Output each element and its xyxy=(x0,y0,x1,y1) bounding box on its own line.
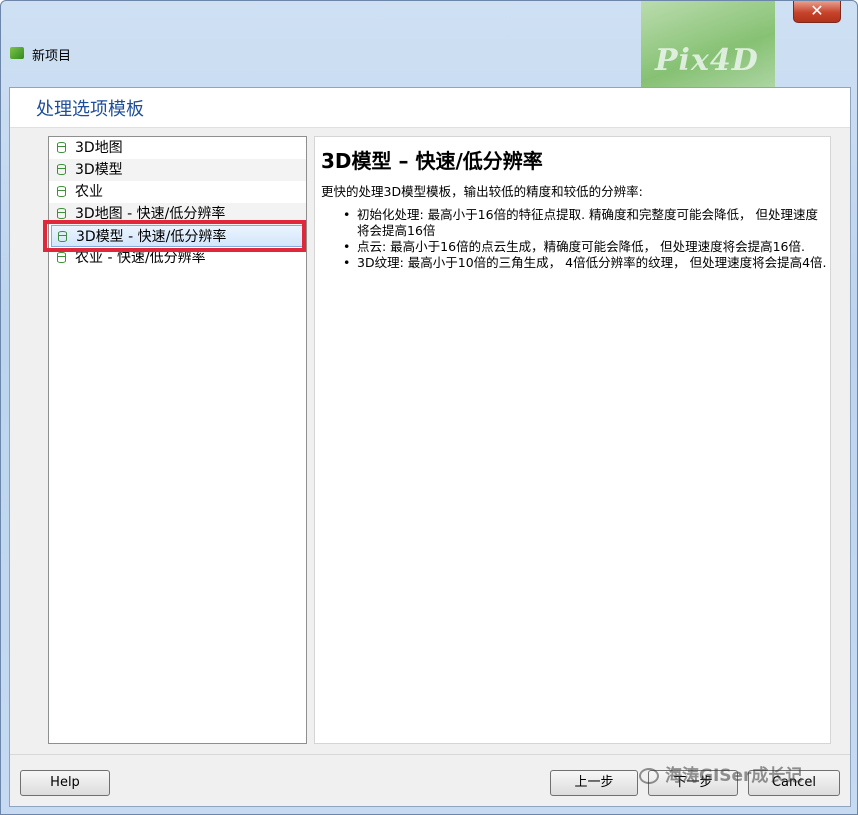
description-title: 3D模型 – 快速/低分辨率 xyxy=(321,149,543,173)
dialog-window: 新项目 Pix4D ✕ 处理选项模板 3D地图 3D模型 农业 3D地图 - 快… xyxy=(0,0,858,815)
template-item-3d-model-rapid[interactable]: 3D模型 - 快速/低分辨率 xyxy=(51,225,304,247)
template-label: 农业 - 快速/低分辨率 xyxy=(75,250,206,266)
description-intro: 更快的处理3D模型模板，输出较低的精度和较低的分辨率: xyxy=(321,184,643,199)
template-label: 3D地图 xyxy=(75,140,123,156)
template-label: 农业 xyxy=(75,184,103,200)
footer-divider xyxy=(10,754,850,755)
description-bullets: 初始化处理: 最高小于16倍的特征点提取. 精确度和完整度可能会降低， 但处理速… xyxy=(343,207,828,271)
template-label: 3D模型 - 快速/低分辨率 xyxy=(76,229,227,245)
help-button[interactable]: Help xyxy=(20,770,110,796)
close-button[interactable]: ✕ xyxy=(793,1,841,23)
template-list[interactable]: 3D地图 3D模型 农业 3D地图 - 快速/低分辨率 3D模型 - 快速/低分… xyxy=(48,136,307,744)
template-label: 3D地图 - 快速/低分辨率 xyxy=(75,206,226,222)
app-icon xyxy=(10,47,24,59)
watermark: 海涛GISer成长记 xyxy=(639,761,802,786)
database-icon xyxy=(57,208,66,219)
template-item-3d-map[interactable]: 3D地图 xyxy=(49,137,306,159)
dialog-client: 处理选项模板 3D地图 3D模型 农业 3D地图 - 快速/低分辨率 3D模型 … xyxy=(9,87,851,807)
template-item-ag[interactable]: 农业 xyxy=(49,181,306,203)
bullet-item: 3D纹理: 最高小于10倍的三角生成， 4倍低分辨率的纹理， 但处理速度将会提高… xyxy=(343,255,828,271)
wechat-icon xyxy=(639,768,659,784)
database-icon xyxy=(58,231,67,242)
section-header: 处理选项模板 xyxy=(10,88,850,128)
database-icon xyxy=(57,164,66,175)
close-icon: ✕ xyxy=(810,1,824,20)
bullet-item: 点云: 最高小于16倍的点云生成，精确度可能会降低， 但处理速度将会提高16倍. xyxy=(343,239,828,255)
template-label: 3D模型 xyxy=(75,162,123,178)
template-item-3d-model[interactable]: 3D模型 xyxy=(49,159,306,181)
bullet-item: 初始化处理: 最高小于16倍的特征点提取. 精确度和完整度可能会降低， 但处理速… xyxy=(343,207,828,239)
section-title: 处理选项模板 xyxy=(36,99,144,120)
window-title: 新项目 xyxy=(32,49,72,64)
template-item-ag-rapid[interactable]: 农业 - 快速/低分辨率 xyxy=(49,247,306,269)
database-icon xyxy=(57,186,66,197)
template-item-3d-map-rapid[interactable]: 3D地图 - 快速/低分辨率 xyxy=(49,203,306,225)
back-button[interactable]: 上一步 xyxy=(550,770,638,796)
database-icon xyxy=(57,252,66,263)
database-icon xyxy=(57,142,66,153)
description-panel: 3D模型 – 快速/低分辨率 更快的处理3D模型模板，输出较低的精度和较低的分辨… xyxy=(314,136,831,744)
brand-logo: Pix4D xyxy=(641,1,775,87)
title-bar: 新项目 Pix4D ✕ xyxy=(1,1,857,87)
